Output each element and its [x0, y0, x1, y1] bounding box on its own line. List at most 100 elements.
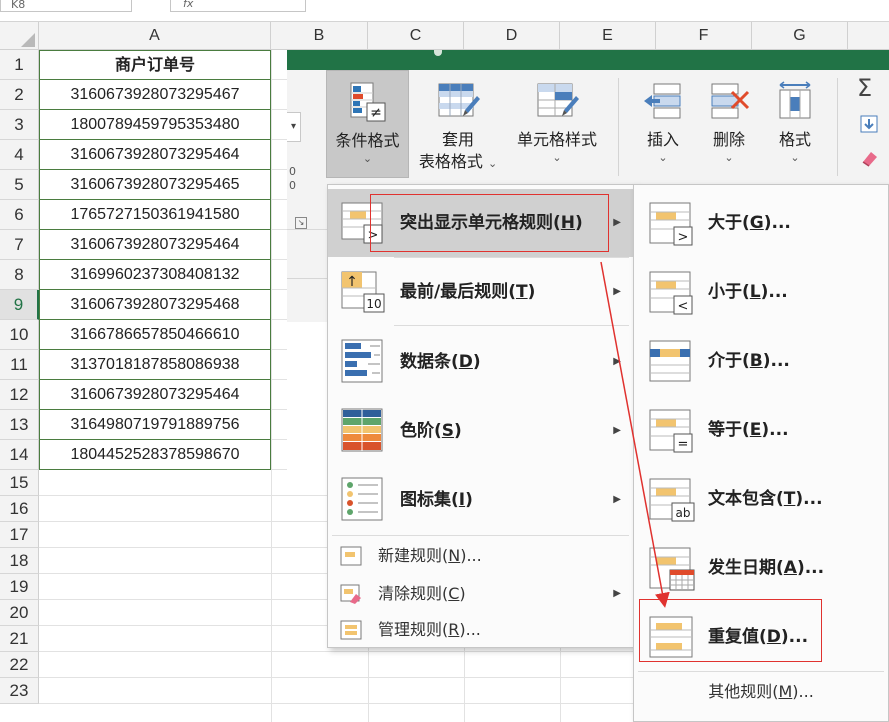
column-header-g[interactable]: G: [752, 22, 848, 50]
table-cell[interactable]: 3164980719791889756: [39, 410, 271, 440]
column-header-a[interactable]: A: [39, 22, 271, 50]
menu-item-clear-rules[interactable]: 清除规则(C) ▶: [328, 575, 635, 613]
row-header-12[interactable]: 12: [0, 380, 39, 410]
table-cell[interactable]: 3137018187858086938: [39, 350, 271, 380]
svg-text:≠: ≠: [370, 105, 382, 121]
row-header-22[interactable]: 22: [0, 652, 39, 678]
row-header-3[interactable]: 3: [0, 110, 39, 140]
column-header-f[interactable]: F: [656, 22, 752, 50]
row-header-10[interactable]: 10: [0, 320, 39, 350]
menu-item-color-scales[interactable]: 色阶(S) ▶: [328, 397, 635, 465]
gridline: [271, 379, 287, 380]
submenu-item-equal-to[interactable]: = 等于(E)...: [634, 396, 888, 464]
equal-to-icon: =: [649, 409, 693, 453]
delete-label: 删除: [712, 130, 745, 149]
chevron-down-icon: ⌄: [362, 152, 373, 165]
menu-label: 图标集(I): [400, 490, 473, 510]
top-bottom-rules-icon: ↑ 10: [341, 271, 385, 313]
table-cell[interactable]: 3166786657850466610: [39, 320, 271, 350]
column-header-b[interactable]: B: [271, 22, 368, 50]
format-as-table-label-line1: 套用: [441, 130, 474, 149]
table-cell[interactable]: 1804452528378598670: [39, 440, 271, 470]
menu-item-top-bottom-rules[interactable]: ↑ 10 最前/最后规则(T) ▶: [328, 258, 635, 326]
cell-a1-header[interactable]: 商户订单号: [39, 50, 271, 80]
submenu-item-greater-than[interactable]: > 大于(G)...: [634, 189, 888, 257]
insert-cells-icon: [644, 83, 681, 119]
cell-styles-button[interactable]: 单元格样式 ⌄: [507, 70, 607, 178]
row-header-13[interactable]: 13: [0, 410, 39, 440]
table-cell[interactable]: 1765727150361941580: [39, 200, 271, 230]
select-all-corner[interactable]: [0, 22, 39, 50]
row-header-11[interactable]: 11: [0, 350, 39, 380]
row-header-16[interactable]: 16: [0, 496, 39, 522]
row-header-14[interactable]: 14: [0, 440, 39, 470]
table-cell[interactable]: 3160673928073295464: [39, 380, 271, 410]
gridline: [271, 139, 287, 140]
submenu-item-date-occurring[interactable]: 发生日期(A)...: [634, 534, 888, 602]
row-header-1[interactable]: 1: [0, 50, 39, 80]
row-header-19[interactable]: 19: [0, 574, 39, 600]
menu-item-data-bars[interactable]: 数据条(D) ▶: [328, 328, 635, 396]
row-header-4[interactable]: 4: [0, 140, 39, 170]
row-header-8[interactable]: 8: [0, 260, 39, 290]
table-cell[interactable]: 3169960237308408132: [39, 260, 271, 290]
table-cell[interactable]: 3160673928073295465: [39, 170, 271, 200]
submenu-item-text-contains[interactable]: ab 文本包含(T)...: [634, 465, 888, 533]
collapse-handle[interactable]: [434, 50, 442, 56]
submenu-label: 等于(E)...: [708, 420, 789, 440]
format-button[interactable]: 格式 ⌄: [763, 70, 827, 178]
menu-label: 数据条(D): [400, 352, 481, 372]
menu-item-icon-sets[interactable]: 图标集(I) ▶: [328, 466, 635, 534]
gridline: [271, 50, 272, 722]
menu-item-highlight-cell-rules[interactable]: > 突出显示单元格规则(H) ▶: [328, 189, 635, 257]
name-box[interactable]: K8: [0, 0, 132, 12]
autosum-icon[interactable]: Σ: [857, 76, 872, 100]
column-header-d[interactable]: D: [464, 22, 560, 50]
table-cell[interactable]: 3160673928073295468: [39, 290, 271, 320]
row-header-21[interactable]: 21: [0, 626, 39, 652]
formula-input[interactable]: fx: [170, 0, 306, 12]
table-cell[interactable]: 3160673928073295464: [39, 140, 271, 170]
submenu-item-between[interactable]: 介于(B)...: [634, 327, 888, 395]
row-header-23[interactable]: 23: [0, 678, 39, 704]
submenu-label: 大于(G)...: [708, 213, 791, 233]
gridline: [271, 79, 287, 80]
row-header-15[interactable]: 15: [0, 470, 39, 496]
dialog-launcher-icon[interactable]: ↘: [295, 217, 307, 229]
conditional-formatting-button[interactable]: ≠ 条件格式 ⌄: [326, 70, 409, 178]
clear-eraser-icon[interactable]: [859, 148, 879, 168]
format-label: 格式: [778, 130, 811, 149]
row-header-7[interactable]: 7: [0, 230, 39, 260]
gridline: [271, 289, 287, 290]
formula-bar: K8 fx: [0, 0, 889, 22]
row-header-18[interactable]: 18: [0, 548, 39, 574]
delete-button[interactable]: 删除 ⌄: [697, 70, 761, 178]
menu-item-new-rule[interactable]: 新建规则(N)...: [328, 537, 635, 575]
row-header-2[interactable]: 2: [0, 80, 39, 110]
table-cell[interactable]: 3160673928073295467: [39, 80, 271, 110]
menu-item-manage-rules[interactable]: 管理规则(R)...: [328, 611, 635, 649]
submenu-item-less-than[interactable]: < 小于(L)...: [634, 258, 888, 326]
group-divider: [837, 78, 838, 176]
format-as-table-button[interactable]: 套用 表格格式 ⌄: [409, 70, 507, 178]
format-as-table-icon: [438, 83, 480, 117]
gridline: [271, 109, 287, 110]
fill-down-icon[interactable]: [859, 114, 879, 134]
submenu-item-more-rules[interactable]: 其他规则(M)...: [634, 672, 888, 712]
submenu-arrow-icon: ▶: [613, 217, 621, 228]
row-header-17[interactable]: 17: [0, 522, 39, 548]
table-cell[interactable]: 3160673928073295464: [39, 230, 271, 260]
insert-button[interactable]: 插入 ⌄: [631, 70, 695, 178]
cell-styles-icon: [537, 83, 579, 117]
row-header-9[interactable]: 9: [0, 290, 39, 320]
submenu-item-duplicate-values[interactable]: 重复值(D)...: [634, 603, 888, 671]
number-format-dropdown[interactable]: ▾: [287, 112, 301, 142]
greater-than-icon: >: [649, 202, 693, 246]
column-header-e[interactable]: E: [560, 22, 656, 50]
row-header-20[interactable]: 20: [0, 600, 39, 626]
column-header-c[interactable]: C: [368, 22, 464, 50]
delete-cells-icon: [711, 83, 750, 119]
row-header-6[interactable]: 6: [0, 200, 39, 230]
table-cell[interactable]: 1800789459795353480: [39, 110, 271, 140]
row-header-5[interactable]: 5: [0, 170, 39, 200]
